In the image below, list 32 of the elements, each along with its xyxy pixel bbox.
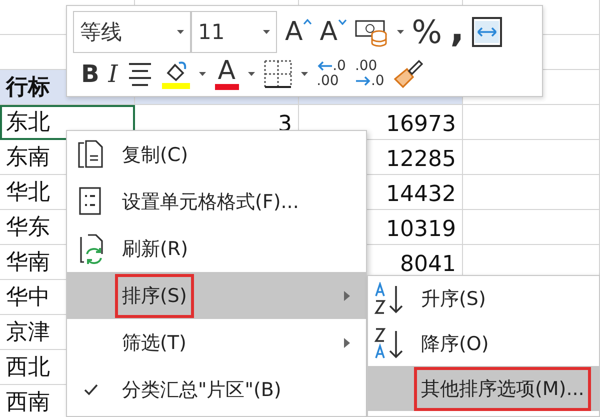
center-align-icon[interactable] <box>126 60 153 86</box>
menu-item[interactable]: 其他排序选项(M)... <box>368 366 599 411</box>
decrease-decimal-button[interactable]: .00 .0 <box>354 58 384 88</box>
caret-up-icon <box>302 19 312 25</box>
menu-item[interactable]: 排序(S) <box>67 272 366 319</box>
borders-icon[interactable] <box>264 60 292 88</box>
caret-icon[interactable] <box>177 30 184 34</box>
paint-bucket-icon[interactable] <box>162 58 190 88</box>
caret-icon[interactable] <box>198 72 206 76</box>
submenu-arrow-icon <box>344 290 350 300</box>
arrow-icon <box>354 76 371 86</box>
menu-item[interactable]: 降序(O) <box>368 321 599 366</box>
font-color-button[interactable]: A <box>214 58 239 90</box>
increase-decimal-button[interactable]: .0 .00 <box>316 58 346 88</box>
submenu-arrow-icon <box>344 338 350 348</box>
caret-down-icon <box>338 19 347 25</box>
caret-icon[interactable] <box>300 72 308 76</box>
refresh-icon <box>78 234 104 264</box>
decrease-font-button[interactable]: A <box>320 19 347 45</box>
caret-icon[interactable] <box>248 72 255 76</box>
comma-style-button[interactable]: , <box>450 17 464 47</box>
format-icon <box>78 186 104 216</box>
caret-icon[interactable] <box>263 30 270 34</box>
caret-icon[interactable] <box>396 30 404 34</box>
arrow-icon <box>316 61 333 72</box>
paintbrush-icon[interactable] <box>393 58 424 88</box>
wrap-text-icon[interactable] <box>472 17 502 47</box>
percent-button[interactable]: % <box>412 16 442 48</box>
copy-icon <box>78 140 104 170</box>
font-size-dropdown[interactable]: 11 <box>191 11 277 53</box>
font-dropdown[interactable]: 等线 <box>73 11 191 53</box>
increase-font-button[interactable]: A <box>285 19 312 45</box>
